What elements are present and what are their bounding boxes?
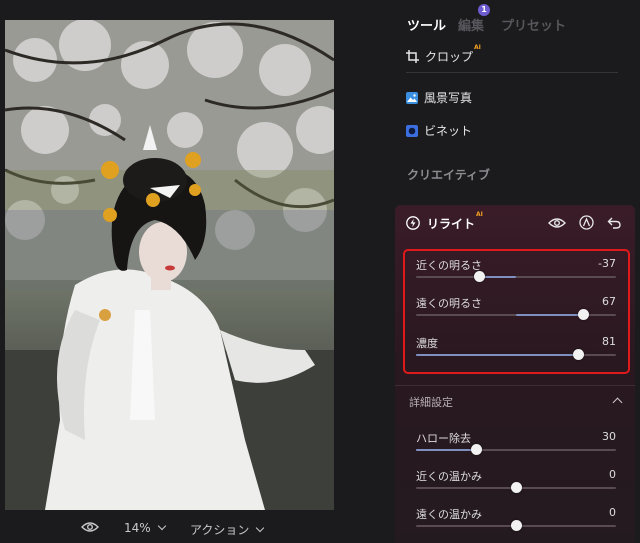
- eye-icon[interactable]: [548, 217, 566, 229]
- tool-crop-label: クロップAI: [425, 44, 481, 64]
- landscape-icon: [406, 91, 418, 104]
- slider-halo-removal[interactable]: ハロー除去 30: [416, 430, 616, 456]
- tool-crop[interactable]: クロップAI: [406, 44, 481, 65]
- canvas-area: 14% アクション: [0, 0, 392, 543]
- slider-thumb[interactable]: [473, 271, 485, 282]
- relight-header[interactable]: リライトAI: [395, 205, 635, 241]
- action-dropdown[interactable]: アクション: [190, 521, 265, 538]
- divider: [395, 385, 635, 386]
- action-label: アクション: [190, 523, 250, 537]
- slider-near-warmth[interactable]: 近くの温かみ 0: [416, 468, 616, 494]
- slider-value: 30: [602, 430, 616, 443]
- preview-toggle[interactable]: [81, 521, 99, 533]
- slider-density[interactable]: 濃度 81: [416, 335, 616, 361]
- divider: [406, 72, 618, 73]
- slider-fill: [416, 449, 476, 451]
- slider-value: 0: [609, 506, 616, 519]
- slider-label: ハロー除去: [416, 432, 471, 445]
- zoom-dropdown[interactable]: 14%: [124, 521, 166, 535]
- slider-label: 濃度: [416, 337, 438, 350]
- tool-landscape[interactable]: 風景写真: [406, 89, 472, 106]
- crop-icon: [406, 50, 419, 63]
- slider-label: 遠くの明るさ: [416, 297, 482, 310]
- mask-icon[interactable]: [579, 215, 594, 230]
- slider-fill: [516, 314, 583, 316]
- slider-label: 近くの温かみ: [416, 470, 482, 483]
- slider-thumb[interactable]: [510, 520, 522, 531]
- relight-title: リライトAI: [427, 211, 483, 231]
- chevron-down-icon: [157, 521, 166, 531]
- slider-fill: [479, 276, 516, 278]
- edit-count-badge: 1: [478, 4, 490, 16]
- tool-landscape-label: 風景写真: [424, 91, 473, 105]
- relight-card: リライトAI 近くの明るさ -37 遠くの明るさ 67 濃度 81 詳細設定 ハ…: [395, 205, 635, 543]
- slider-value: 81: [602, 335, 616, 348]
- slider-value: 67: [602, 295, 616, 308]
- ai-tag: AI: [476, 211, 483, 218]
- lightning-icon: [406, 216, 420, 230]
- photo-illustration: [5, 20, 334, 510]
- slider-thumb[interactable]: [572, 349, 584, 360]
- tab-tools[interactable]: ツール: [407, 15, 446, 34]
- bottom-toolbar: 14% アクション: [0, 518, 392, 543]
- vignette-icon: [406, 124, 418, 137]
- chevron-down-icon: [256, 523, 265, 532]
- tab-edit[interactable]: 編集: [458, 15, 484, 34]
- tab-presets[interactable]: プリセット: [501, 15, 566, 34]
- eye-icon: [81, 522, 99, 532]
- tool-vignette-label: ビネット: [424, 124, 473, 138]
- photo-preview[interactable]: [5, 20, 334, 510]
- undo-icon[interactable]: [607, 215, 622, 230]
- slider-thumb[interactable]: [577, 309, 589, 320]
- chevron-up-icon[interactable]: [612, 397, 623, 408]
- slider-value: -37: [598, 257, 616, 270]
- side-panel: ツール 編集 1 プリセット クロップAI 風景写真 ビネット クリエイティブ: [392, 0, 640, 543]
- zoom-value: 14%: [124, 521, 151, 535]
- slider-near-brightness[interactable]: 近くの明るさ -37: [416, 257, 616, 283]
- slider-far-brightness[interactable]: 遠くの明るさ 67: [416, 295, 616, 321]
- slider-far-warmth[interactable]: 遠くの温かみ 0: [416, 506, 616, 532]
- ai-tag: AI: [474, 44, 481, 51]
- section-creative-title: クリエイティブ: [407, 168, 491, 182]
- slider-value: 0: [609, 468, 616, 481]
- slider-thumb[interactable]: [470, 444, 482, 455]
- details-section-title[interactable]: 詳細設定: [409, 394, 453, 410]
- slider-fill: [416, 354, 578, 356]
- slider-label: 遠くの温かみ: [416, 508, 482, 521]
- slider-label: 近くの明るさ: [416, 259, 482, 272]
- tool-vignette[interactable]: ビネット: [406, 122, 472, 139]
- slider-track: [416, 276, 616, 278]
- slider-thumb[interactable]: [510, 482, 522, 493]
